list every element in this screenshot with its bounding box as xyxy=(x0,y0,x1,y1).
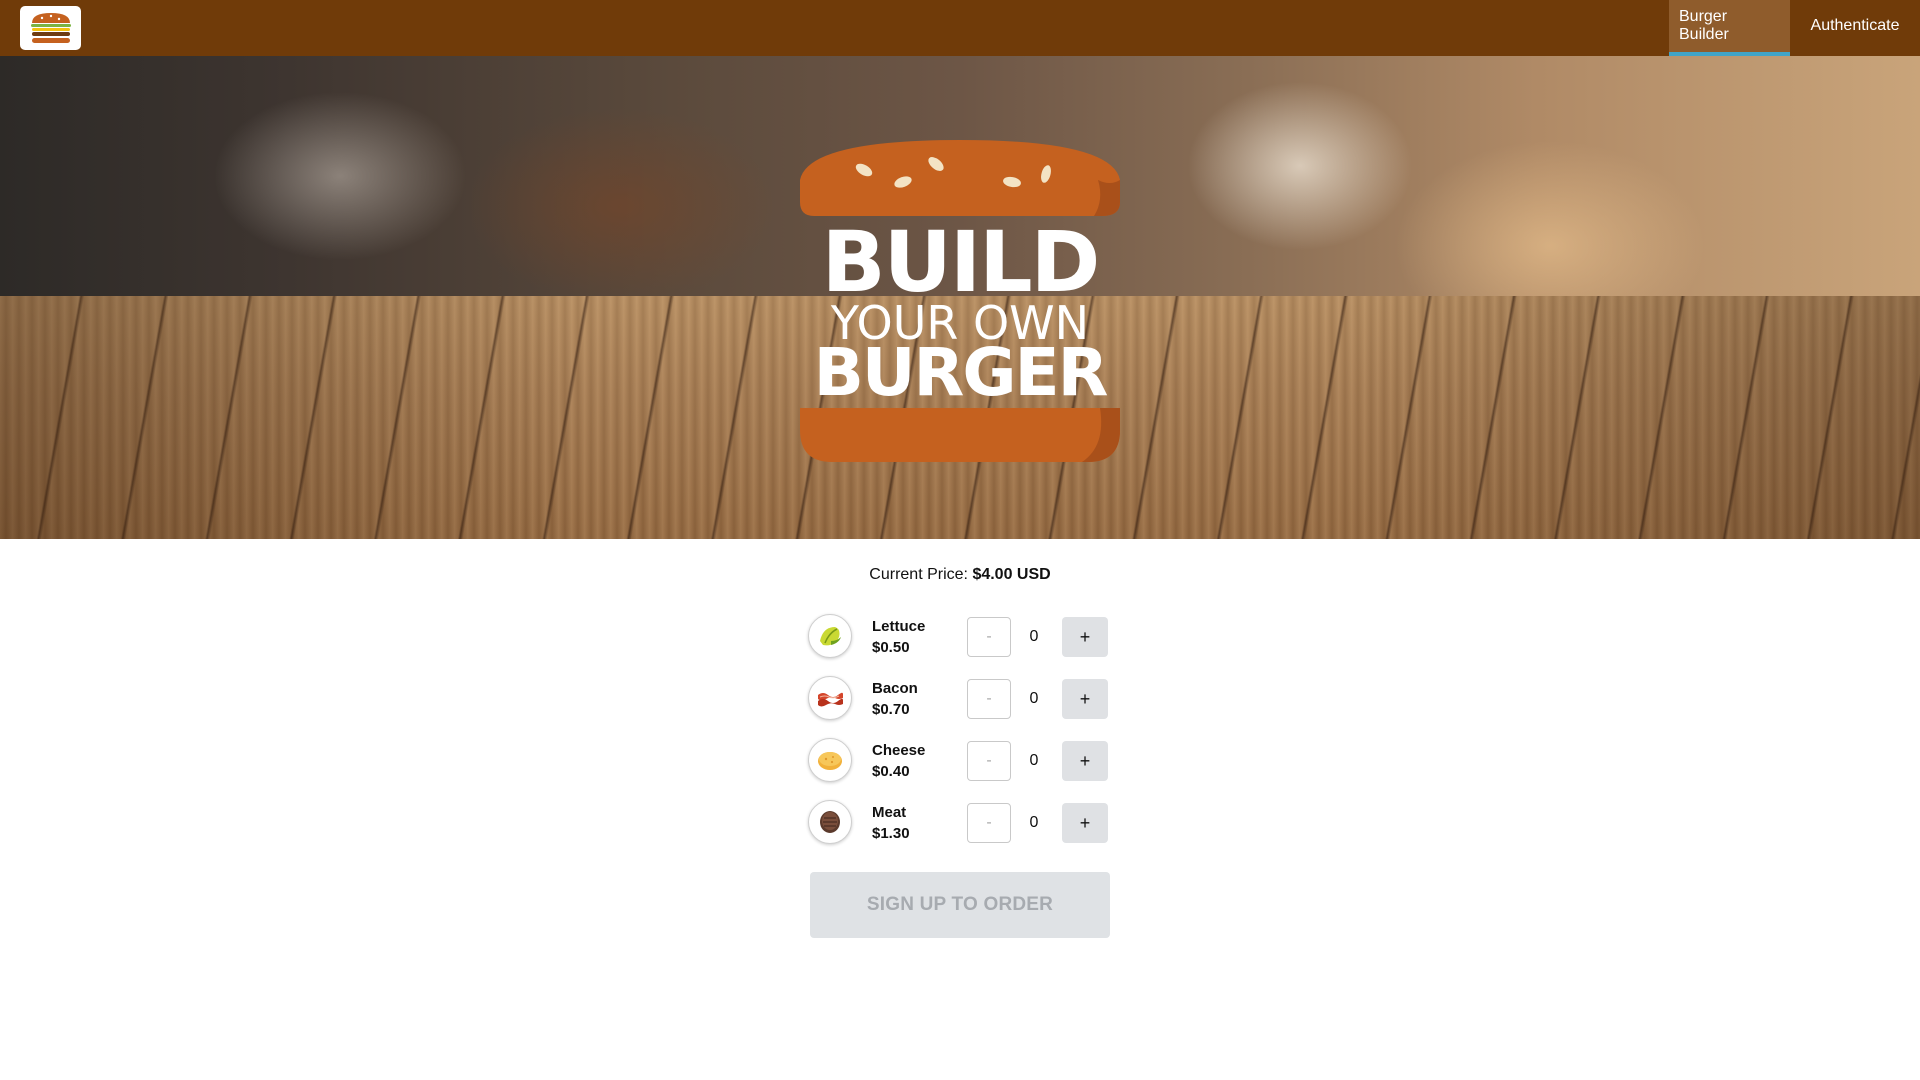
ingredient-row-meat: Meat $1.30 - 0 + xyxy=(806,796,1126,846)
hero-title-build: BUILD xyxy=(821,213,1101,311)
ingredient-row-bacon: Bacon $0.70 - 0 + xyxy=(806,672,1126,722)
meat-icon xyxy=(808,800,852,844)
hero-title-burger: BURGER xyxy=(813,334,1109,411)
meat-quantity: 0 xyxy=(1029,814,1039,831)
ingredient-name: Bacon xyxy=(872,680,918,697)
ingredient-name: Meat xyxy=(872,804,907,821)
remove-cheese-button[interactable]: - xyxy=(967,741,1011,781)
nav-item-label: Authenticate xyxy=(1810,17,1900,34)
remove-bacon-button[interactable]: - xyxy=(967,679,1011,719)
bacon-icon xyxy=(808,676,852,720)
ingredient-row-cheese: Cheese $0.40 - 0 + xyxy=(806,734,1126,784)
current-price: Current Price: $4.00 USD xyxy=(0,566,1920,584)
ingredient-price: $0.70 xyxy=(872,701,910,718)
lettuce-quantity: 0 xyxy=(1029,628,1039,645)
add-lettuce-button[interactable]: + xyxy=(1062,617,1108,657)
lettuce-icon xyxy=(808,614,852,658)
bacon-quantity: 0 xyxy=(1029,690,1039,707)
add-meat-button[interactable]: + xyxy=(1062,803,1108,843)
ingredient-name: Cheese xyxy=(872,742,926,759)
ingredient-price: $0.50 xyxy=(872,639,910,656)
add-cheese-button[interactable]: + xyxy=(1062,741,1108,781)
price-value: $4.00 USD xyxy=(972,566,1051,583)
remove-meat-button[interactable]: - xyxy=(967,803,1011,843)
remove-lettuce-button[interactable]: - xyxy=(967,617,1011,657)
ingredient-row-lettuce: Lettuce $0.50 - 0 + xyxy=(806,610,1126,660)
sign-up-to-order-button[interactable]: SIGN UP TO ORDER xyxy=(810,872,1110,938)
nav-item-authenticate[interactable]: Authenticate xyxy=(1790,0,1920,56)
ingredient-price: $1.30 xyxy=(872,825,910,842)
nav-menu: Burger Builder Authenticate xyxy=(1669,0,1920,56)
price-label: Current Price: xyxy=(869,566,968,583)
cheese-icon xyxy=(808,738,852,782)
ingredient-price: $0.40 xyxy=(872,763,910,780)
nav-item-label: Burger Builder xyxy=(1679,8,1729,43)
hero-banner: BUILD YOUR OWN BURGER xyxy=(0,56,1920,539)
cheese-quantity: 0 xyxy=(1029,752,1039,769)
app-logo[interactable] xyxy=(20,6,81,50)
top-navigation-bar: Burger Builder Authenticate xyxy=(0,0,1920,56)
nav-item-burger-builder[interactable]: Burger Builder xyxy=(1669,0,1790,56)
burger-logo-icon xyxy=(30,13,71,43)
ingredient-name: Lettuce xyxy=(872,618,926,635)
add-bacon-button[interactable]: + xyxy=(1062,679,1108,719)
